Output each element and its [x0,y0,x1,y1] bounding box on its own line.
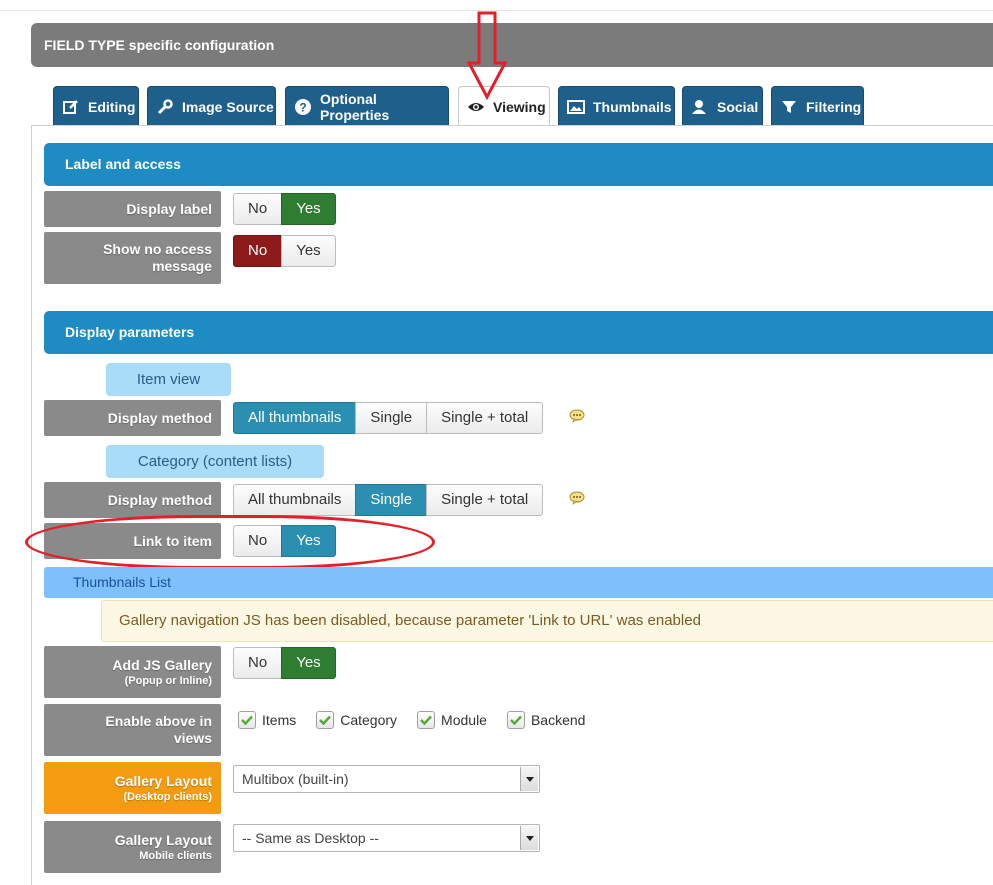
gallery-layout-desktop-select[interactable]: Multibox (built-in) [233,765,540,793]
item-display-method-group: All thumbnails Single Single + total [233,402,544,434]
checkbox-label: Module [441,712,487,728]
item-single-button[interactable]: Single [355,402,428,434]
label-text: Show no access [103,241,212,257]
label-text: Enable above in [105,713,212,729]
label-text: Display method [107,491,212,508]
checkbox-items[interactable]: Items [238,711,296,729]
item-display-method-label: Display method [44,400,221,436]
gallery-notice: Gallery navigation JS has been disabled,… [101,600,993,642]
display-label-no-button[interactable]: No [233,193,283,225]
gallery-layout-mobile-label: Gallery Layout Mobile clients [44,821,221,873]
tab-filtering[interactable]: Filtering [771,86,864,126]
display-label-toggle: No Yes [233,193,336,225]
tab-editing[interactable]: Editing [53,86,139,126]
display-label-yes-button[interactable]: Yes [281,193,336,225]
enable-views-checkboxes: Items Category Module Backend [238,711,605,729]
wrench-icon [156,98,174,116]
tab-optional-properties[interactable]: ? Optional Properties [285,86,449,126]
add-js-gallery-yes-button[interactable]: Yes [281,647,336,679]
show-no-access-toggle: No Yes [233,235,336,267]
question-icon: ? [294,98,312,116]
section-label-and-access: Label and access [44,143,993,186]
tab-label: Thumbnails [593,98,672,115]
checkmark-icon[interactable] [417,711,436,729]
tab-label: Image Source [182,98,274,115]
checkbox-backend[interactable]: Backend [506,711,586,729]
category-display-method-label: Display method [44,482,221,518]
category-single-total-button[interactable]: Single + total [426,484,544,516]
tab-image-source[interactable]: Image Source [147,86,276,126]
checkmark-icon[interactable] [238,711,256,729]
show-no-access-no-button[interactable]: No [233,235,283,267]
item-view-pill: Item view [106,363,231,396]
label-text: views [173,730,212,746]
label-text: message [152,258,212,274]
checkmark-icon[interactable] [506,711,525,729]
checkbox-label: Backend [530,712,586,728]
chevron-down-icon[interactable] [520,826,538,850]
item-single-total-button[interactable]: Single + total [426,402,544,434]
checkbox-label: Category [340,712,398,728]
gallery-layout-desktop-label: Gallery Layout (Desktop clients) [44,762,221,814]
comment-tip-icon[interactable] [569,491,585,505]
add-js-gallery-no-button[interactable]: No [233,647,283,679]
checkbox-label: Items [262,712,297,728]
thumbnails-list-header: Thumbnails List [44,567,993,598]
checkmark-icon[interactable] [316,711,335,729]
tab-social[interactable]: Social [682,86,763,126]
item-all-thumbnails-button[interactable]: All thumbnails [233,402,357,434]
image-icon [567,98,585,116]
category-view-pill: Category (content lists) [106,445,324,478]
label-text: Gallery Layout [114,772,212,789]
annotation-arrow-icon [466,11,508,101]
label-text: Display label [126,200,212,217]
label-text: Add JS Gallery [112,656,212,673]
label-subtext: Mobile clients [139,849,212,862]
category-all-thumbnails-button[interactable]: All thumbnails [233,484,357,516]
annotation-highlight-ellipse [25,515,435,569]
label-subtext: (Popup or Inline) [124,674,212,687]
display-label-label: Display label [44,191,221,227]
gallery-layout-mobile-select[interactable]: -- Same as Desktop -- [233,824,540,852]
enable-above-label: Enable above in views [44,704,221,756]
label-text: Display method [107,409,212,426]
add-js-gallery-label: Add JS Gallery (Popup or Inline) [44,646,221,698]
select-value: -- Same as Desktop -- [242,830,379,846]
chevron-down-icon[interactable] [520,767,538,791]
tab-label: Optional Properties [320,90,390,123]
tab-label: Editing [88,98,136,115]
svg-text:?: ? [299,100,306,114]
label-subtext: (Desktop clients) [123,790,212,803]
tab-label: Filtering [806,98,862,115]
show-no-access-label: Show no access message [44,232,221,284]
checkbox-category[interactable]: Category [316,711,397,729]
comment-tip-icon[interactable] [569,409,585,423]
tab-label: Viewing [493,99,546,115]
select-value: Multibox (built-in) [242,771,349,787]
tab-label: Social [717,98,759,115]
edit-icon [62,98,80,116]
user-icon [691,98,709,116]
checkbox-module[interactable]: Module [417,711,487,729]
add-js-gallery-toggle: No Yes [233,647,336,679]
tab-thumbnails[interactable]: Thumbnails [558,86,675,126]
show-no-access-yes-button[interactable]: Yes [281,235,336,267]
filter-icon [780,98,798,116]
section-display-parameters: Display parameters [44,311,993,354]
label-text: Gallery Layout [114,831,212,848]
category-display-method-group: All thumbnails Single Single + total [233,484,544,516]
category-single-button[interactable]: Single [355,484,428,516]
